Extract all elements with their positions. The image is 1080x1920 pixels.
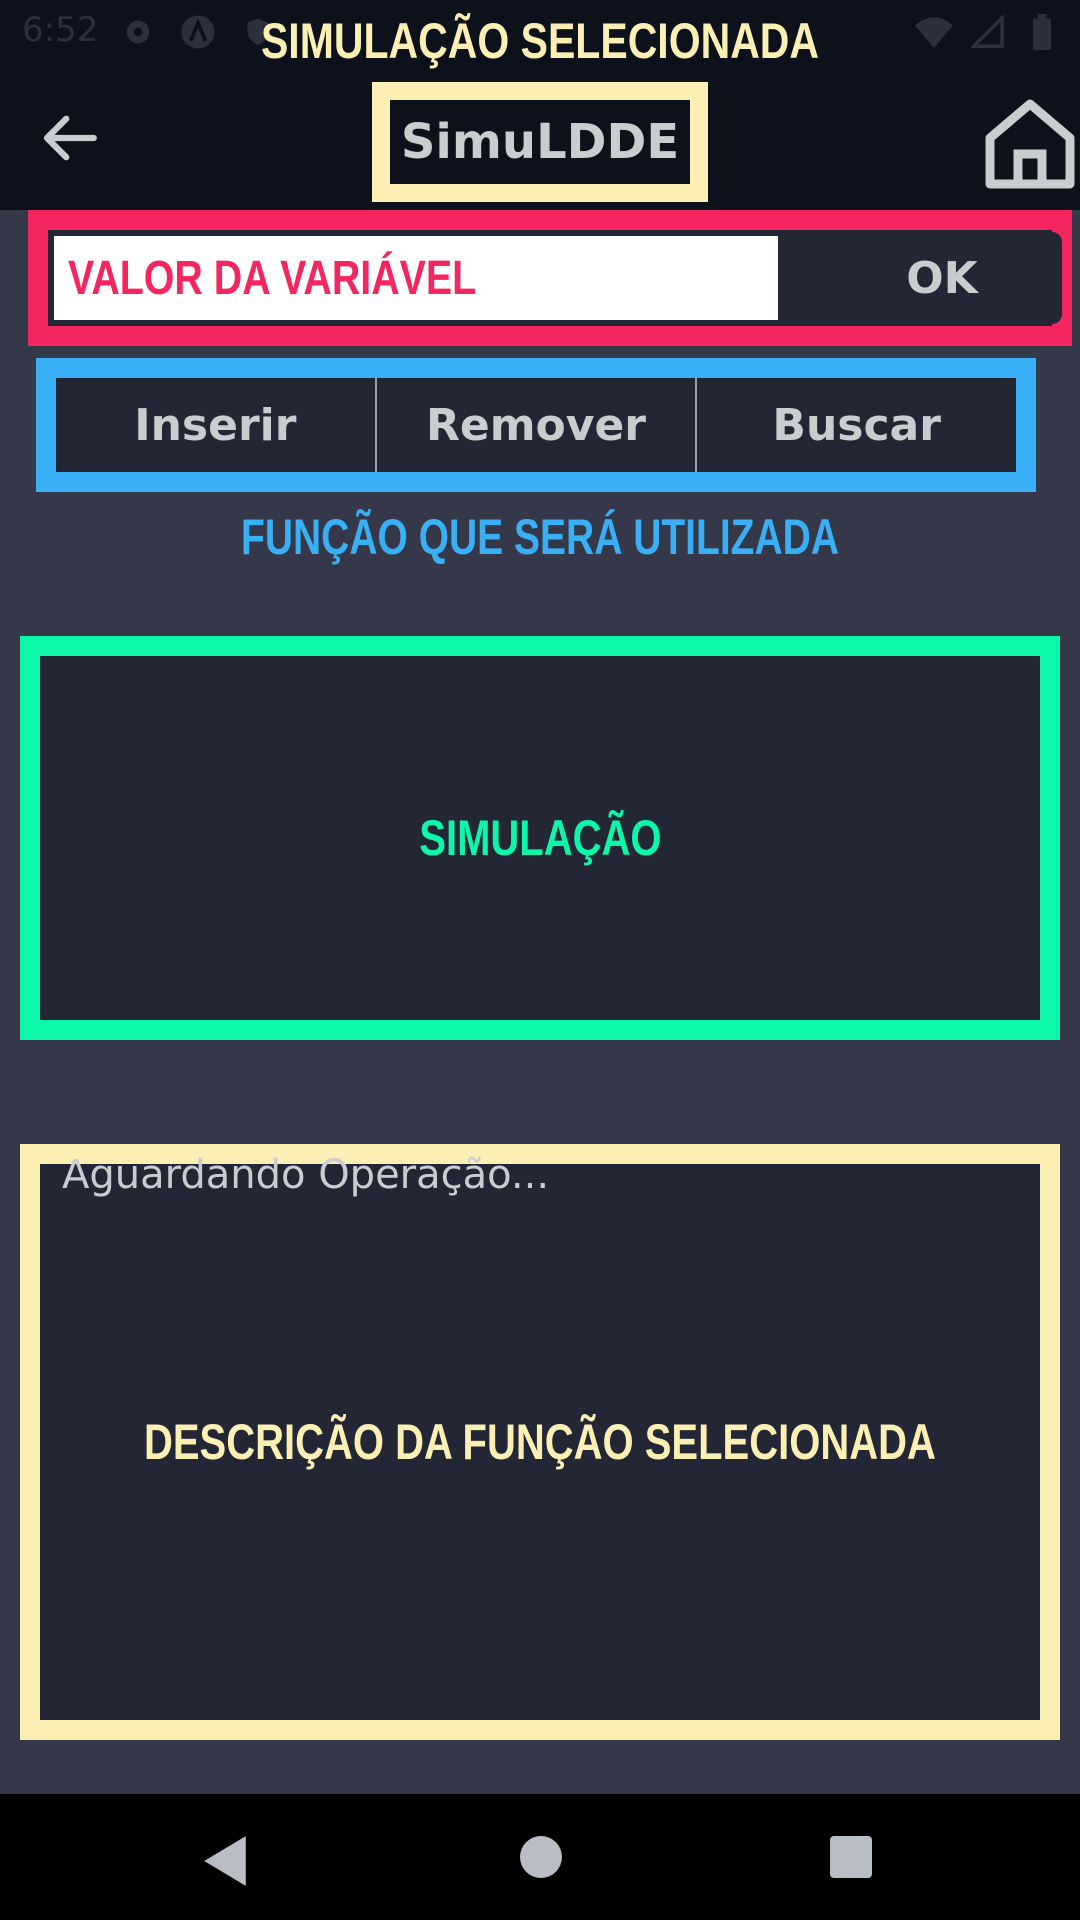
description-panel: DESCRIÇÃO DA FUNÇÃO SELECIONADA Aguardan… — [20, 1144, 1060, 1740]
description-label: DESCRIÇÃO DA FUNÇÃO SELECIONADA — [144, 1414, 936, 1470]
battery-icon — [1022, 12, 1062, 52]
nav-back-icon[interactable] — [200, 1834, 250, 1888]
variable-value-input[interactable]: VALOR DA VARIÁVEL — [48, 230, 784, 326]
insert-button[interactable]: Inserir — [56, 378, 377, 472]
ok-button[interactable]: OK — [822, 232, 1062, 324]
operations-group: Inserir Remover Buscar — [36, 358, 1036, 492]
simulation-panel: SIMULAÇÃO — [20, 636, 1060, 1040]
home-button[interactable] — [978, 94, 1080, 194]
app-title: SimuLDDE — [390, 100, 690, 184]
status-time: 6:52 — [22, 10, 99, 50]
operation-status-text: Aguardando Operação... — [62, 1152, 550, 1198]
operations-caption: FUNÇÃO QUE SERÁ UTILIZADA — [241, 509, 839, 565]
system-nav-bar — [0, 1794, 1080, 1920]
operations-toggle-row: Inserir Remover Buscar — [56, 378, 1017, 472]
description-label-wrap: DESCRIÇÃO DA FUNÇÃO SELECIONADA — [40, 1164, 1040, 1720]
variable-value-placeholder: VALOR DA VARIÁVEL — [68, 251, 477, 305]
variable-input-group: VALOR DA VARIÁVEL OK — [28, 210, 1072, 346]
search-button[interactable]: Buscar — [697, 378, 1017, 472]
nav-recents-icon[interactable] — [830, 1836, 872, 1878]
app-title-frame: SimuLDDE — [372, 82, 708, 202]
remove-button[interactable]: Remover — [376, 378, 698, 472]
main-content: VALOR DA VARIÁVEL OK Inserir Remover Bus… — [0, 210, 1080, 1794]
nav-home-icon[interactable] — [520, 1836, 562, 1878]
back-button[interactable] — [36, 110, 102, 166]
home-icon — [985, 99, 1075, 189]
simulation-label: SIMULAÇÃO — [418, 810, 662, 866]
arrow-left-icon — [43, 115, 97, 161]
selected-simulation-label: SIMULAÇÃO SELECIONADA — [260, 13, 820, 69]
app-bar: SimuLDDE — [0, 64, 1080, 210]
